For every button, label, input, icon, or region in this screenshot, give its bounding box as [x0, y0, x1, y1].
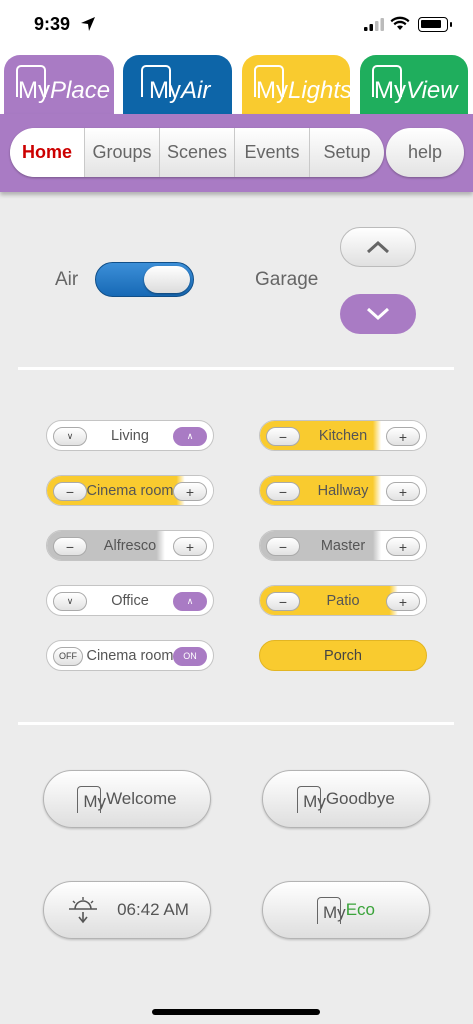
- zone-cinema-room-dimmer[interactable]: Cinema room − +: [46, 475, 214, 506]
- app-name: Place: [50, 77, 111, 104]
- chevron-up-icon: [366, 240, 390, 254]
- home-indicator: [152, 1009, 320, 1015]
- on-button[interactable]: ON: [173, 647, 207, 666]
- toggle-knob: [144, 266, 190, 293]
- zone-office[interactable]: Office ∨ ∧: [46, 585, 214, 616]
- air-label: Air: [55, 269, 79, 290]
- plus-button[interactable]: +: [386, 592, 420, 611]
- tab-myair[interactable]: MyAir: [123, 55, 232, 115]
- clock: 9:39: [34, 14, 71, 34]
- minus-button[interactable]: −: [266, 482, 300, 501]
- myeco-button[interactable]: My Eco: [262, 881, 430, 939]
- zone-cinema-room-switch[interactable]: Cinema room OFF ON: [46, 640, 214, 671]
- zone-porch[interactable]: Porch: [259, 640, 427, 671]
- plus-button[interactable]: +: [386, 482, 420, 501]
- minus-button[interactable]: −: [53, 537, 87, 556]
- chevron-down-icon[interactable]: ∨: [53, 427, 87, 446]
- timer-time: 06:42 AM: [117, 900, 189, 919]
- segmented-nav: Home Groups Scenes Events Setup: [10, 128, 384, 177]
- chevron-down-icon: [366, 307, 390, 321]
- app-name: Lights: [288, 77, 353, 104]
- cellular-signal-icon: [364, 18, 384, 31]
- zone-patio[interactable]: Patio − +: [259, 585, 427, 616]
- tab-mylights[interactable]: MyLights: [242, 55, 353, 115]
- scene-label: Eco: [345, 900, 375, 919]
- app-name: View: [406, 77, 458, 104]
- help-button[interactable]: help: [386, 128, 464, 177]
- tab-home[interactable]: Home: [10, 128, 84, 177]
- zone-kitchen[interactable]: Kitchen − +: [259, 420, 427, 451]
- scene-label: Goodbye: [325, 789, 395, 808]
- tab-events[interactable]: Events: [234, 128, 309, 177]
- plus-button[interactable]: +: [173, 482, 207, 501]
- scene-label: Welcome: [106, 789, 177, 808]
- plus-button[interactable]: +: [173, 537, 207, 556]
- chevron-up-icon[interactable]: ∧: [173, 592, 207, 611]
- garage-label: Garage: [255, 269, 319, 290]
- zone-living[interactable]: Living ∨ ∧: [46, 420, 214, 451]
- location-arrow-icon: [81, 17, 95, 31]
- zone-hallway[interactable]: Hallway − +: [259, 475, 427, 506]
- logo-box-icon: My: [77, 786, 106, 813]
- minus-button[interactable]: −: [53, 482, 87, 501]
- nav-bar: Home Groups Scenes Events Setup help: [0, 114, 473, 192]
- mywelcome-button[interactable]: My Welcome: [43, 770, 211, 828]
- mygoodbye-button[interactable]: My Goodbye: [262, 770, 430, 828]
- logo-box-icon: My: [317, 897, 346, 924]
- minus-button[interactable]: −: [266, 537, 300, 556]
- logo-box-icon: My: [297, 786, 326, 813]
- tab-setup[interactable]: Setup: [309, 128, 384, 177]
- app-switcher: MyPlace MyAir MyLights MyView: [0, 52, 473, 115]
- chevron-down-icon[interactable]: ∨: [53, 592, 87, 611]
- tab-myview[interactable]: MyView: [360, 55, 468, 115]
- air-toggle[interactable]: [95, 262, 194, 297]
- app-name: Air: [181, 77, 211, 104]
- battery-icon: [418, 17, 452, 32]
- plus-button[interactable]: +: [386, 427, 420, 446]
- plus-button[interactable]: +: [386, 537, 420, 556]
- minus-button[interactable]: −: [266, 427, 300, 446]
- zone-master[interactable]: Master − +: [259, 530, 427, 561]
- divider: [18, 722, 454, 725]
- off-button[interactable]: OFF: [53, 647, 83, 666]
- tab-scenes[interactable]: Scenes: [159, 128, 234, 177]
- sunrise-icon: [69, 897, 98, 924]
- garage-down-button[interactable]: [340, 294, 416, 334]
- status-bar: 9:39: [0, 0, 473, 52]
- wifi-icon: [390, 16, 410, 30]
- divider: [18, 367, 454, 370]
- tab-groups[interactable]: Groups: [84, 128, 159, 177]
- zone-alfresco[interactable]: Alfresco − +: [46, 530, 214, 561]
- tab-myplace[interactable]: MyPlace: [4, 55, 114, 115]
- chevron-up-icon[interactable]: ∧: [173, 427, 207, 446]
- garage-up-button[interactable]: [340, 227, 416, 267]
- minus-button[interactable]: −: [266, 592, 300, 611]
- sunrise-timer-button[interactable]: 06:42 AM: [43, 881, 211, 939]
